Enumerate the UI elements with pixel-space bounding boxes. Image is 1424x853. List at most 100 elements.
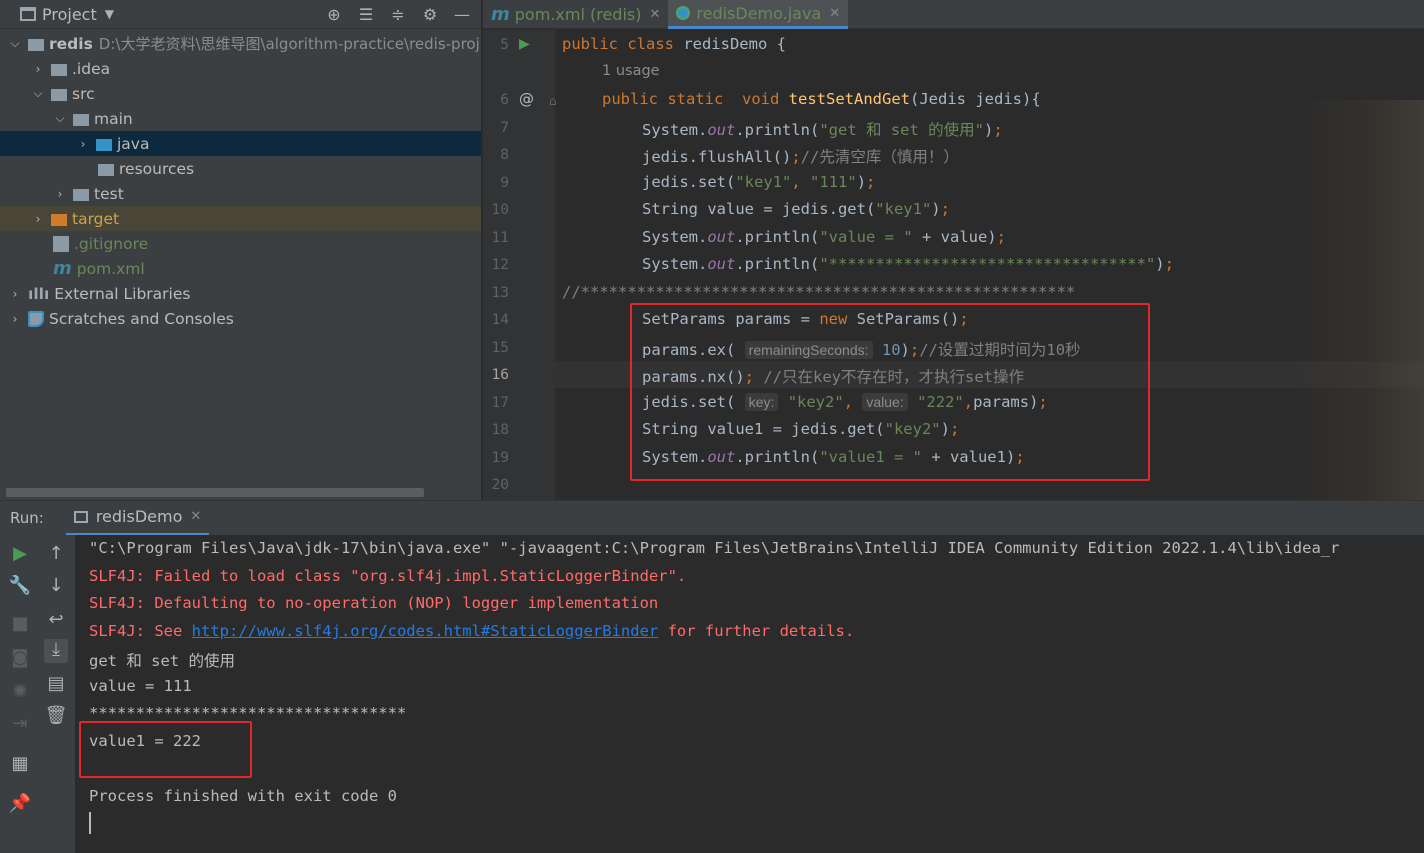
tree-item-label: .gitignore bbox=[74, 234, 149, 253]
tree-item-target[interactable]: › target bbox=[0, 206, 481, 231]
line-number: 9 bbox=[500, 175, 509, 191]
tree-item-pom[interactable]: m pom.xml bbox=[0, 256, 481, 281]
close-icon[interactable]: ✕ bbox=[190, 509, 201, 524]
tree-item-scratches[interactable]: › Scratches and Consoles bbox=[0, 306, 481, 331]
folder-icon bbox=[51, 63, 67, 76]
tree-item-label: test bbox=[94, 184, 124, 203]
tree-item-src[interactable]: ⌵ src bbox=[0, 81, 481, 106]
run-gutter-icon[interactable]: ▶ bbox=[519, 36, 530, 52]
run-tool-bar: Run: redisDemo ✕ bbox=[0, 500, 1424, 536]
code-line: public class redisDemo { bbox=[562, 35, 786, 53]
console-line: value = 111 bbox=[89, 677, 192, 695]
soft-wrap-icon[interactable]: ↩ bbox=[44, 609, 68, 633]
tree-item-label: java bbox=[117, 134, 150, 153]
wrench-icon[interactable]: 🔧 bbox=[8, 575, 32, 599]
code-line: System.out.println("value = " + value); bbox=[642, 228, 1006, 246]
project-path: D:\大学老资料\思维导图\algorithm-practice\redis-p… bbox=[98, 35, 480, 53]
run-toolbar: ▶ ↑ 🔧 ↓ ■ ↩ ◙ ⤓ ✺ ▤ ⇥ 🗑 ▦ 📌 bbox=[0, 535, 75, 853]
tree-item-label: target bbox=[72, 209, 120, 228]
horizontal-scrollbar[interactable] bbox=[6, 488, 424, 497]
project-view-icon bbox=[20, 7, 36, 21]
folder-icon bbox=[73, 188, 89, 201]
slf4j-link[interactable]: http://www.slf4j.org/codes.html#StaticLo… bbox=[192, 622, 659, 640]
gear-icon[interactable]: ⚙ bbox=[419, 5, 441, 24]
console-line: SLF4J: See http://www.slf4j.org/codes.ht… bbox=[89, 622, 854, 640]
chevron-right-icon[interactable]: › bbox=[76, 137, 90, 151]
module-folder-icon bbox=[28, 38, 44, 51]
line-number: 8 bbox=[500, 147, 509, 163]
print-icon[interactable]: ▤ bbox=[44, 673, 68, 697]
tree-item-resources[interactable]: resources bbox=[0, 156, 481, 181]
line-number: 5 bbox=[500, 37, 509, 53]
pin-icon[interactable]: 📌 bbox=[8, 793, 32, 817]
line-number: 6 bbox=[500, 92, 509, 108]
line-number: 17 bbox=[491, 395, 509, 411]
tree-item-label: .idea bbox=[72, 59, 111, 78]
tab-label: redisDemo.java bbox=[696, 3, 822, 23]
tab-pom-xml[interactable]: m pom.xml (redis) ✕ bbox=[483, 0, 668, 29]
resources-folder-icon bbox=[98, 163, 114, 176]
tab-redisdemo-java[interactable]: redisDemo.java ✕ bbox=[668, 0, 849, 29]
tree-item-label: Scratches and Consoles bbox=[49, 309, 234, 328]
scroll-to-end-icon[interactable]: ⤓ bbox=[44, 639, 68, 663]
tree-item-external-libraries[interactable]: › ıllı External Libraries bbox=[0, 281, 481, 306]
chevron-right-icon[interactable]: › bbox=[53, 187, 67, 201]
debug-icon[interactable]: ✺ bbox=[8, 681, 32, 705]
code-line: public static void testSetAndGet(Jedis j… bbox=[602, 90, 1041, 108]
chevron-right-icon[interactable]: › bbox=[31, 212, 45, 226]
crosshair-icon[interactable]: ⊕ bbox=[323, 5, 345, 24]
camera-icon[interactable]: ◙ bbox=[8, 647, 32, 671]
close-icon[interactable]: ✕ bbox=[649, 7, 660, 22]
rerun-icon[interactable]: ▶ bbox=[8, 543, 32, 567]
layout-icon[interactable]: ▦ bbox=[8, 753, 32, 777]
usage-hint[interactable]: 1 usage bbox=[602, 63, 660, 79]
close-icon[interactable]: ✕ bbox=[829, 6, 840, 21]
collapse-all-icon[interactable]: ≑ bbox=[387, 5, 409, 24]
chevron-down-icon[interactable]: ⌵ bbox=[31, 86, 45, 101]
highlight-box-code bbox=[630, 303, 1150, 481]
expand-all-icon[interactable]: ☰ bbox=[355, 5, 377, 24]
console-line: SLF4J: Defaulting to no-operation (NOP) … bbox=[89, 594, 659, 612]
run-tab-label: redisDemo bbox=[95, 507, 183, 526]
line-number: 7 bbox=[500, 120, 509, 136]
console-icon bbox=[73, 510, 88, 523]
project-panel-title[interactable]: Project bbox=[42, 5, 97, 24]
trash-icon[interactable]: 🗑 bbox=[44, 705, 68, 729]
code-line: String value = jedis.get("key1"); bbox=[642, 200, 950, 218]
annotation-gutter-icon: @ bbox=[519, 90, 534, 108]
tree-item-gitignore[interactable]: .gitignore bbox=[0, 231, 481, 256]
line-number: 18 bbox=[491, 422, 509, 438]
stop-icon[interactable]: ■ bbox=[8, 613, 32, 637]
run-label: Run: bbox=[10, 509, 44, 527]
chevron-down-icon[interactable]: ▼ bbox=[105, 7, 114, 21]
code-line: jedis.flushAll();//先清空库（慎用！） bbox=[642, 148, 959, 166]
arrow-down-icon[interactable]: ↓ bbox=[44, 575, 68, 599]
line-number: 10 bbox=[491, 202, 509, 218]
tree-item-test[interactable]: › test bbox=[0, 181, 481, 206]
tree-item-main[interactable]: ⌵ main bbox=[0, 106, 481, 131]
tree-item-idea[interactable]: › .idea bbox=[0, 56, 481, 81]
library-icon: ıllı bbox=[28, 284, 50, 303]
arrow-up-icon[interactable]: ↑ bbox=[44, 543, 68, 567]
chevron-down-icon[interactable]: ⌵ bbox=[53, 111, 67, 126]
chevron-right-icon[interactable]: › bbox=[8, 312, 22, 326]
chevron-down-icon[interactable]: ⌵ bbox=[8, 36, 22, 51]
tab-run-redisdemo[interactable]: redisDemo ✕ bbox=[65, 501, 210, 536]
fold-icon[interactable]: ⌂ bbox=[549, 94, 557, 108]
exit-icon[interactable]: ⇥ bbox=[8, 713, 32, 737]
code-line: //**************************************… bbox=[562, 283, 1076, 301]
chevron-right-icon[interactable]: › bbox=[31, 62, 45, 76]
scratches-icon bbox=[28, 310, 44, 327]
tree-item-redis[interactable]: ⌵ redis D:\大学老资料\思维导图\algorithm-practice… bbox=[0, 31, 481, 56]
minimize-icon[interactable]: — bbox=[451, 5, 473, 24]
tab-label: pom.xml (redis) bbox=[514, 5, 642, 24]
file-icon bbox=[53, 235, 69, 252]
console-text: for further details. bbox=[658, 622, 855, 640]
console-caret bbox=[89, 812, 91, 834]
line-number: 14 bbox=[491, 312, 509, 328]
tree-item-java[interactable]: › java bbox=[0, 131, 481, 156]
console-line: "C:\Program Files\Java\jdk-17\bin\java.e… bbox=[89, 539, 1340, 557]
folder-icon bbox=[51, 88, 67, 101]
maven-icon: m bbox=[491, 4, 510, 25]
chevron-right-icon[interactable]: › bbox=[8, 287, 22, 301]
